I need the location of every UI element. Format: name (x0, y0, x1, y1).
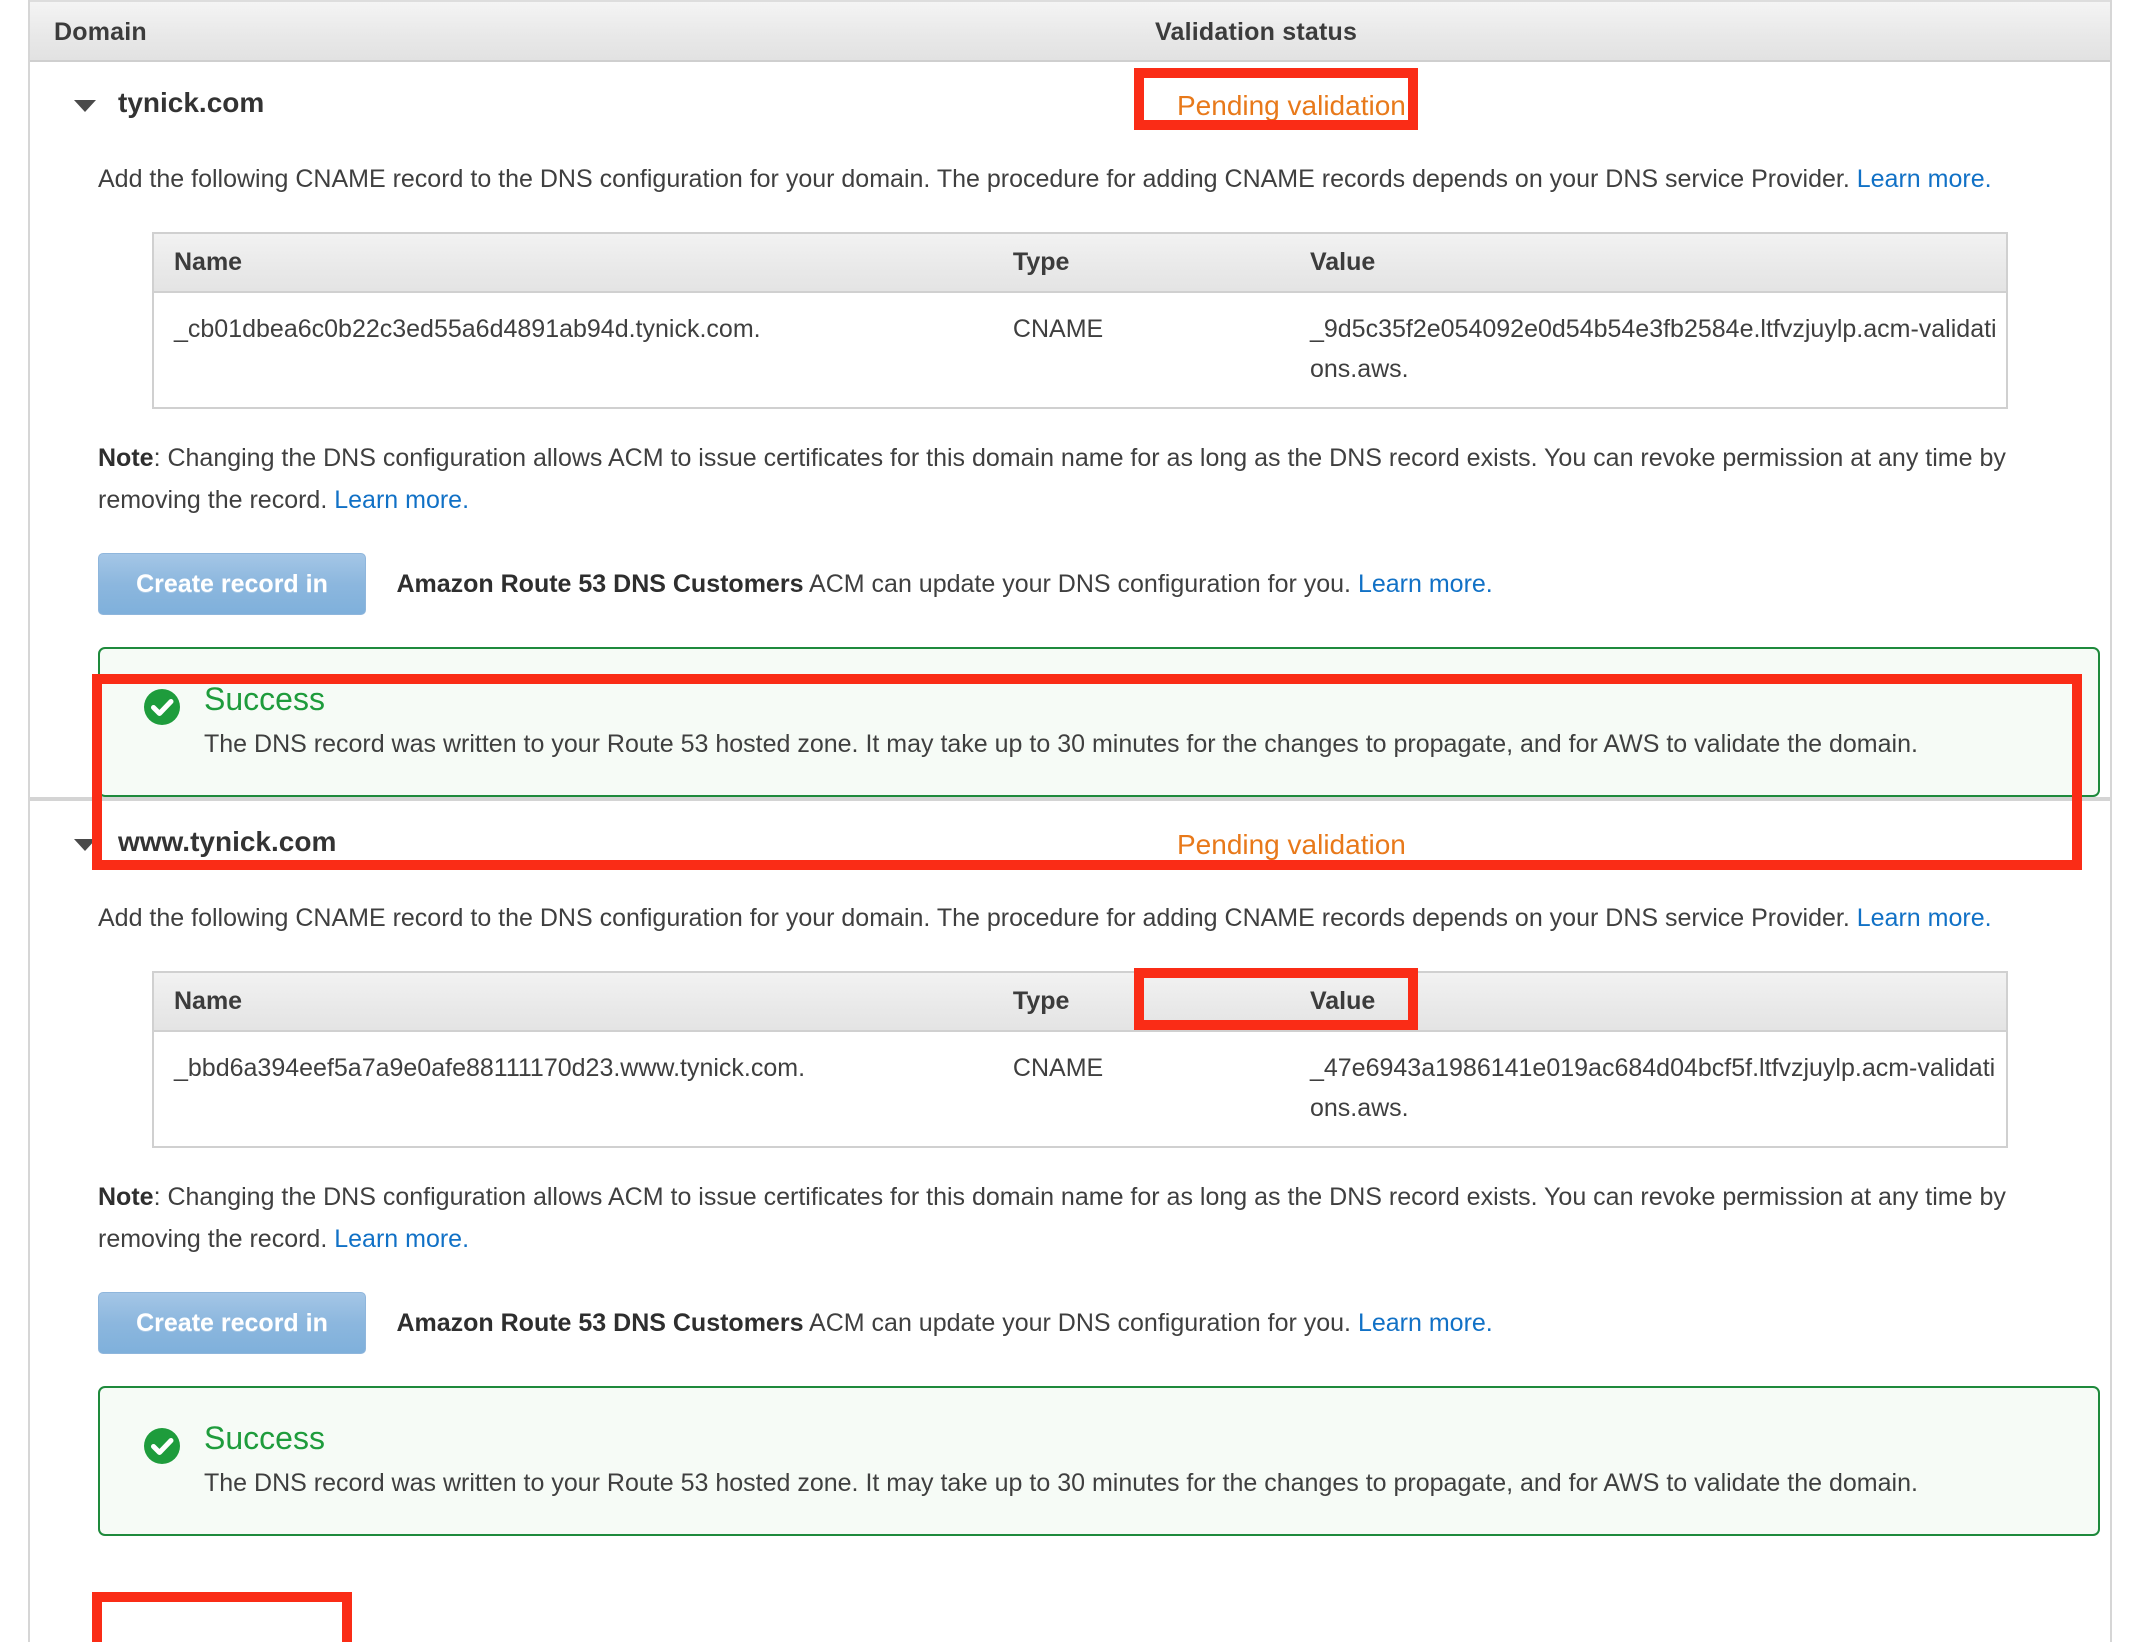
column-header-validation-status: Validation status (1155, 18, 1358, 46)
acm-domain-validation-screen: Domain Validation status tynick.com Pend… (0, 0, 2156, 1642)
route53-description: Amazon Route 53 DNS Customers ACM can up… (396, 570, 1492, 599)
route53-bold-text: Amazon Route 53 DNS Customers (396, 569, 804, 598)
cell-record-name: _cb01dbea6c0b22c3ed55a6d4891ab94d.tynick… (174, 315, 761, 343)
instruction-text: Add the following CNAME record to the DN… (98, 904, 1850, 932)
cell-record-type: CNAME (1012, 1054, 1104, 1082)
cell-record-value: _9d5c35f2e054092e0d54b54e3fb2584e.ltfvzj… (1309, 315, 1997, 383)
table-header-row: Name Type Value (153, 972, 2007, 1032)
create-record-in-route53-button[interactable]: Create record in Route 53 (98, 1292, 366, 1397)
domain-name: www.tynick.com (118, 826, 337, 857)
instruction-paragraph: Add the following CNAME record to the DN… (30, 158, 2090, 200)
domain-name: tynick.com (118, 87, 265, 118)
caret-down-icon[interactable] (74, 839, 96, 851)
cell-record-name: _bbd6a394eef5a7a9e0afe88111170d23.www.ty… (174, 1054, 806, 1082)
note-label: Note (98, 444, 154, 472)
success-title: Success (204, 1420, 325, 1456)
domain-section-www-tynick-com: www.tynick.com Pending validation Add th… (30, 801, 2110, 1536)
route53-learn-more-link[interactable]: Learn more. (1358, 570, 1493, 598)
check-circle-icon (144, 1428, 180, 1464)
instruction-paragraph: Add the following CNAME record to the DN… (30, 897, 2090, 939)
domain-row[interactable]: www.tynick.com Pending validation (30, 801, 2110, 897)
route53-plain-text: ACM can update your DNS configuration fo… (803, 1308, 1358, 1337)
instruction-learn-more-link[interactable]: Learn more. (1857, 904, 1992, 932)
table-header-row: Name Type Value (153, 233, 2007, 293)
success-message: The DNS record was written to your Route… (204, 730, 1918, 758)
success-alert: Success The DNS record was written to yo… (98, 1386, 2100, 1536)
header-type: Type (992, 972, 1290, 1032)
route53-description: Amazon Route 53 DNS Customers ACM can up… (396, 1309, 1492, 1338)
success-alert: Success The DNS record was written to yo… (98, 647, 2100, 797)
route53-learn-more-link[interactable]: Learn more. (1358, 1309, 1493, 1337)
header-name: Name (153, 972, 993, 1032)
route53-plain-text: ACM can update your DNS configuration fo… (803, 569, 1358, 598)
domain-section-tynick-com: tynick.com Pending validation Add the fo… (30, 62, 2110, 797)
header-value: Value (1289, 233, 2007, 293)
success-message: The DNS record was written to your Route… (204, 1469, 1918, 1497)
dns-record-table: Name Type Value _bbd6a394eef5a7a9e0afe88… (152, 971, 2008, 1148)
header-name: Name (153, 233, 993, 293)
route53-action-row: Create record in Route 53 Amazon Route 5… (98, 553, 2110, 658)
cell-record-value: _47e6943a1986141e019ac684d04bcf5f.ltfvzj… (1309, 1054, 1996, 1122)
success-title: Success (204, 681, 325, 717)
note-label: Note (98, 1183, 154, 1211)
domain-section-body: Add the following CNAME record to the DN… (30, 897, 2110, 1536)
status-badge: Pending validation (1177, 90, 1406, 121)
column-header-domain: Domain (54, 18, 147, 46)
instruction-learn-more-link[interactable]: Learn more. (1857, 165, 1992, 193)
dns-record-table: Name Type Value _cb01dbea6c0b22c3ed55a6d… (152, 232, 2008, 409)
check-circle-icon (144, 689, 180, 725)
note-paragraph: Note: Changing the DNS configuration all… (30, 1176, 2110, 1260)
caret-down-icon[interactable] (74, 100, 96, 112)
cell-record-type: CNAME (1012, 315, 1104, 343)
domain-row[interactable]: tynick.com Pending validation (30, 62, 2110, 158)
header-value: Value (1289, 972, 2007, 1032)
status-badge: Pending validation (1177, 829, 1406, 860)
table-column-header: Domain Validation status (30, 0, 2110, 62)
validation-panel: Domain Validation status tynick.com Pend… (28, 0, 2112, 1642)
note-learn-more-link[interactable]: Learn more. (334, 1225, 469, 1253)
route53-action-row: Create record in Route 53 Amazon Route 5… (98, 1292, 2110, 1397)
table-row: _bbd6a394eef5a7a9e0afe88111170d23.www.ty… (153, 1031, 2007, 1147)
note-learn-more-link[interactable]: Learn more. (334, 486, 469, 514)
instruction-text: Add the following CNAME record to the DN… (98, 165, 1850, 193)
table-row: _cb01dbea6c0b22c3ed55a6d4891ab94d.tynick… (153, 292, 2007, 408)
header-type: Type (992, 233, 1290, 293)
create-record-in-route53-button[interactable]: Create record in Route 53 (98, 553, 366, 658)
route53-bold-text: Amazon Route 53 DNS Customers (396, 1308, 804, 1337)
note-paragraph: Note: Changing the DNS configuration all… (30, 437, 2110, 521)
domain-section-body: Add the following CNAME record to the DN… (30, 158, 2110, 797)
